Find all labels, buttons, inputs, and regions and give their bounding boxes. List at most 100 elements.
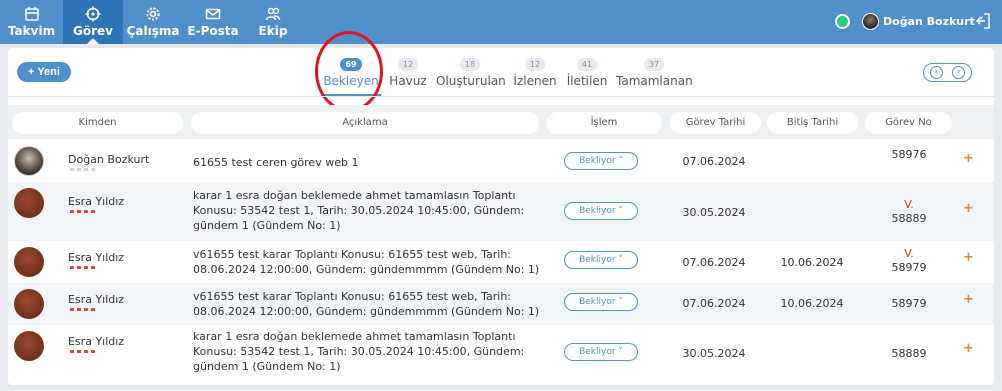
table-header: Kimden Açıklama İşlem Görev Tarihi Bitiş… [8,105,994,139]
task-flag: V. [904,247,914,260]
nav-label: Çalışma [126,24,180,38]
avatar [14,188,44,218]
tab-iletilen[interactable]: 41 İletilen [563,56,611,88]
nav-item-ekip[interactable]: Ekip [246,0,300,44]
tab-count-badge: 37 [643,58,665,71]
task-description[interactable]: 61655 test ceren görev web 1 [193,155,548,170]
status-dropdown[interactable]: Bekliyor ˅ [564,251,638,269]
tab-count-badge: 69 [340,58,362,71]
add-button[interactable]: + [963,250,974,265]
task-no-value: 58979 [891,297,927,310]
nav-item-takvim[interactable]: Takvim [0,0,63,44]
task-number: V. 58979 [868,247,950,275]
task-date: 07.06.2024 [682,155,746,168]
new-task-button[interactable]: + Yeni [17,62,71,82]
column-header-gorev-no[interactable]: Görev No [865,112,952,134]
task-number: 58976 [868,148,950,162]
table-row[interactable]: Esra Yıldız karar 1 esra doğan beklemede… [8,325,994,381]
column-header-aciklama[interactable]: Açıklama [191,112,539,134]
tab-havuz[interactable]: 12 Havuz [388,56,428,88]
add-button[interactable]: + [963,292,974,307]
previous-page-button[interactable]: ‹ [930,66,943,79]
user-avatar[interactable] [862,13,879,30]
tab-label: Bekleyen [323,74,379,88]
task-description[interactable]: karar 1 esra doğan beklemede ahmet tamam… [193,329,548,374]
table-row[interactable]: Doğan Bozkurt 61655 test ceren görev web… [8,140,994,182]
task-date: 30.05.2024 [682,347,746,360]
status-dropdown[interactable]: Bekliyor ˅ [564,202,638,220]
tab-tamamlanan[interactable]: 37 Tamamlanan [616,56,693,88]
nav-label: Ekip [258,24,288,38]
task-date: 30.05.2024 [682,206,746,219]
end-date: 10.06.2024 [780,297,844,310]
nav-label: E-Posta [187,24,239,38]
task-no-value: 58976 [891,148,927,161]
task-number: 58979 [868,297,950,311]
priority-indicator [70,210,98,213]
tab-label: İzlenen [513,74,557,88]
top-navigation-bar: Takvim Görev Çalışma E-Posta Ekip Doğan … [0,0,1002,44]
tab-label: Oluşturulan [436,74,506,88]
pager: ‹ › [923,63,972,82]
tab-count-badge: 18 [459,58,481,71]
tab-label: Tamamlanan [616,74,693,88]
sender-name: Doğan Bozkurt [68,153,150,166]
gear-icon [146,7,160,21]
task-description[interactable]: v61655 test karar Toplantı Konusu: 61655… [193,289,548,319]
avatar [14,331,44,361]
task-no-value: 58889 [891,347,927,360]
logout-icon[interactable] [975,12,991,30]
tab-count-badge: 41 [576,58,598,71]
priority-indicator [70,168,98,171]
nav-item-gorev[interactable]: Görev [63,0,123,44]
status-dropdown[interactable]: Bekliyor ˅ [564,152,638,170]
task-no-value: 58889 [891,212,927,225]
next-page-button[interactable]: › [952,66,965,79]
avatar [14,247,44,277]
task-description[interactable]: v61655 test karar Toplantı Konusu: 61655… [193,247,548,277]
tab-olusturulan[interactable]: 18 Oluşturulan [436,56,506,88]
task-number: V. 58889 [868,198,950,226]
nav-item-eposta[interactable]: E-Posta [184,0,242,44]
calendar-icon [24,7,39,21]
table-row[interactable]: Esra Yıldız v61655 test karar Toplantı K… [8,241,994,283]
priority-indicator [70,350,98,353]
task-list-card: + Yeni 69 Bekleyen 12 Havuz 18 Oluşturul… [8,31,994,385]
column-header-islem[interactable]: İşlem [546,112,662,134]
status-dropdown[interactable]: Bekliyor ˅ [564,293,638,311]
tab-label: Havuz [389,74,427,88]
add-button[interactable]: + [963,201,974,216]
sender-name: Esra Yıldız [68,335,125,348]
mail-icon [205,8,221,20]
user-menu-button[interactable]: Doğan Bozkurt ˅ [883,15,984,28]
column-header-kimden[interactable]: Kimden [12,112,183,134]
avatar [14,146,44,176]
add-button[interactable]: + [963,151,974,166]
priority-indicator [70,308,98,311]
tab-izlenen[interactable]: 12 İzlenen [510,56,560,88]
status-dropdown[interactable]: Bekliyor ˅ [564,343,638,361]
priority-indicator [70,266,98,269]
nav-label: Görev [73,24,113,38]
online-status-indicator [835,14,850,29]
table-row[interactable]: Esra Yıldız v61655 test karar Toplantı K… [8,283,994,325]
tab-label: İletilen [566,74,608,88]
task-date: 07.06.2024 [682,297,746,310]
team-icon [265,7,281,21]
table-row[interactable]: Esra Yıldız karar 1 esra doğan beklemede… [8,182,994,241]
sender-name: Esra Yıldız [68,293,125,306]
column-header-gorev-tarihi[interactable]: Görev Tarihi [670,112,761,134]
nav-item-calisma[interactable]: Çalışma [124,0,182,44]
divider [8,96,994,97]
tab-count-badge: 12 [397,58,419,71]
sender-name: Esra Yıldız [68,251,125,264]
task-description[interactable]: karar 1 esra doğan beklemede ahmet tamam… [193,188,548,233]
tab-bekleyen[interactable]: 69 Bekleyen [321,56,381,96]
task-number: 58889 [868,347,950,361]
task-date: 07.06.2024 [682,256,746,269]
task-flag: V. [904,198,914,211]
crosshair-icon [85,6,101,22]
add-button[interactable]: + [963,341,974,356]
column-header-bitis-tarihi[interactable]: Bitiş Tarihi [767,112,858,134]
nav-label: Takvim [7,24,56,38]
